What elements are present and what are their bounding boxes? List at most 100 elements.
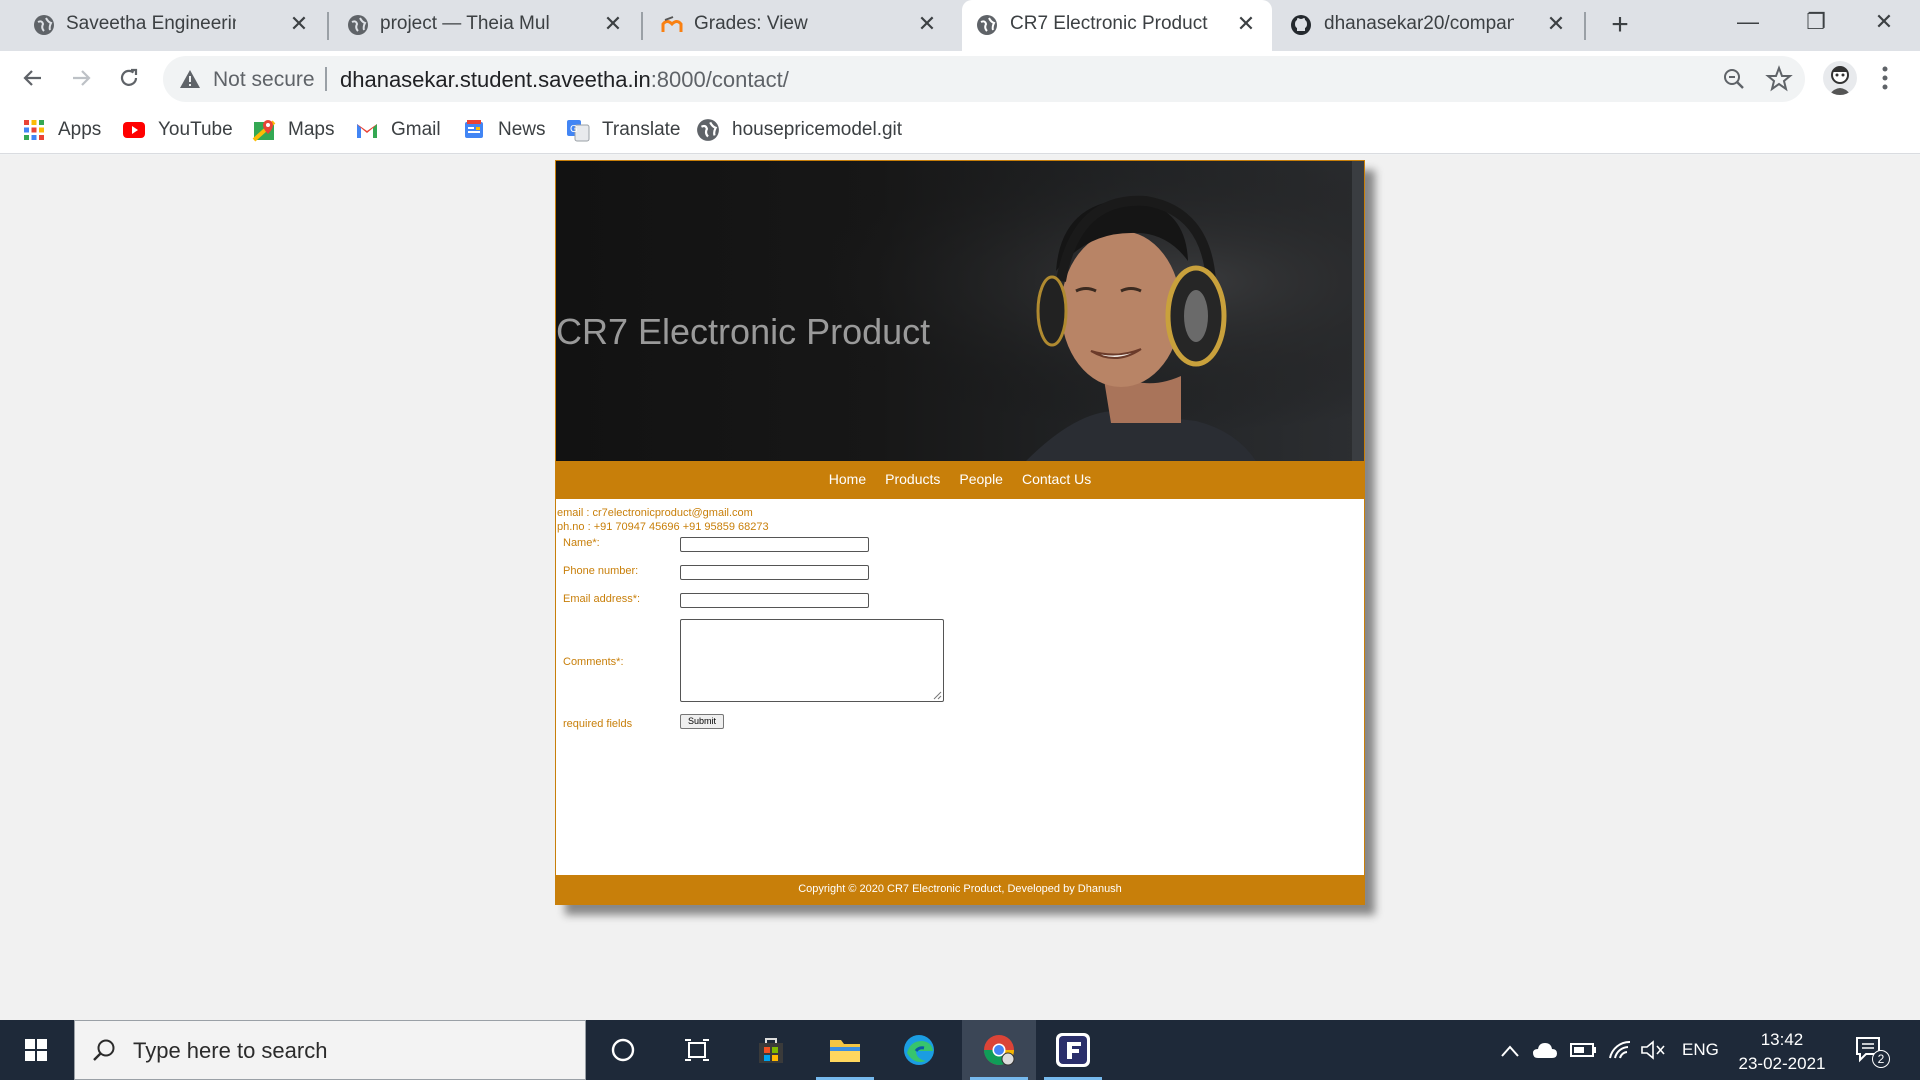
tab-saveetha[interactable]: Saveetha Engineering Colle ✕ <box>0 0 325 51</box>
battery-icon[interactable] <box>1570 1042 1598 1058</box>
forward-arrow-icon <box>73 70 91 86</box>
bookmark-gmail[interactable]: Gmail <box>355 116 441 144</box>
tab-github-companywebsite[interactable]: dhanasekar20/companywel ✕ <box>1272 0 1582 51</box>
bookmark-label: Apps <box>58 119 102 140</box>
task-view-icon <box>685 1039 709 1061</box>
bookmark-news[interactable]: News <box>462 116 546 144</box>
taskbar-search-box[interactable]: Type here to search <box>74 1020 586 1080</box>
bookmark-translate[interactable]: G Translate <box>566 116 681 144</box>
bookmark-youtube[interactable]: YouTube <box>122 116 233 144</box>
email-field[interactable] <box>680 593 869 608</box>
nav-contact-us[interactable]: Contact Us <box>1022 471 1091 487</box>
hero-edge <box>1352 161 1364 461</box>
search-icon <box>93 1039 115 1061</box>
minimize-button[interactable]: — <box>1718 4 1778 40</box>
tab-separator <box>1584 12 1586 40</box>
gmail-icon <box>357 124 377 138</box>
bookmark-star-icon[interactable] <box>1765 65 1793 93</box>
nav-home[interactable]: Home <box>829 471 866 487</box>
warning-icon <box>180 70 200 88</box>
file-explorer-app[interactable] <box>808 1020 882 1080</box>
bookmark-label: housepricemodel.git <box>732 119 903 140</box>
name-field[interactable] <box>680 537 869 552</box>
submit-button[interactable]: Submit <box>680 714 724 729</box>
phone-field[interactable] <box>680 565 869 580</box>
globe-icon <box>348 15 368 35</box>
maps-icon <box>252 120 276 142</box>
hero-banner: CR7 Electronic Product <box>556 161 1364 461</box>
onedrive-cloud-icon[interactable] <box>1532 1041 1558 1059</box>
tab-cr7-electronic-product[interactable]: CR7 Electronic Product ✕ <box>962 0 1272 51</box>
close-icon[interactable]: ✕ <box>287 12 311 36</box>
clock-time: 13:42 <box>1760 1030 1804 1049</box>
url-text[interactable]: dhanasekar.student.saveetha.in:8000/cont… <box>340 67 789 93</box>
bookmark-label: Translate <box>602 119 681 140</box>
profile-avatar[interactable] <box>1823 61 1857 95</box>
restore-button[interactable]: ❐ <box>1786 4 1846 40</box>
store-app[interactable] <box>734 1020 808 1080</box>
start-button[interactable] <box>0 1020 72 1080</box>
tab-title: CR7 Electronic Product <box>1010 13 1208 34</box>
chrome-browser-icon <box>984 1035 1015 1066</box>
reload-button[interactable] <box>112 61 146 95</box>
contact-info: email : cr7electronicproduct@gmail.com p… <box>557 506 769 534</box>
tab-theia-project[interactable]: project — Theia Multi-Lang ✕ <box>314 0 639 51</box>
close-icon[interactable]: ✕ <box>915 12 939 36</box>
chrome-app[interactable] <box>962 1020 1036 1080</box>
zoom-icon[interactable] <box>1721 66 1747 92</box>
avatar-icon <box>1829 66 1851 95</box>
address-bar[interactable]: Not secure dhanasekar.student.saveetha.i… <box>163 56 1805 102</box>
windows-logo-icon <box>25 1039 47 1061</box>
site-container: CR7 Electronic Product Home Products Peo… <box>555 160 1365 905</box>
action-center-button[interactable]: 2 <box>1854 1034 1890 1068</box>
kebab-menu-icon[interactable] <box>1875 63 1895 93</box>
back-arrow-icon <box>23 70 41 86</box>
apps-grid-icon <box>24 120 44 140</box>
close-icon[interactable]: ✕ <box>601 12 625 36</box>
security-label[interactable]: Not secure <box>213 68 315 92</box>
bookmark-label: Maps <box>288 119 335 140</box>
edge-browser-icon <box>904 1035 934 1065</box>
edge-app[interactable] <box>882 1020 956 1080</box>
news-icon <box>465 120 483 138</box>
volume-muted-icon[interactable] <box>1640 1040 1666 1060</box>
bookmark-label: News <box>498 119 546 140</box>
browser-toolbar: Not secure dhanasekar.student.saveetha.i… <box>0 51 1920 106</box>
name-label: Name*: <box>563 537 600 549</box>
language-indicator[interactable]: ENG <box>1682 1020 1719 1080</box>
site-footer: Copyright © 2020 CR7 Electronic Product,… <box>556 875 1364 904</box>
youtube-icon <box>123 122 145 138</box>
tab-title: dhanasekar20/companywel <box>1324 13 1514 34</box>
chevron-up-icon[interactable] <box>1500 1044 1520 1058</box>
bookmark-apps[interactable]: Apps <box>22 116 101 144</box>
close-icon[interactable]: ✕ <box>1544 12 1568 36</box>
page-viewport: CR7 Electronic Product Home Products Peo… <box>0 155 1920 1020</box>
task-view-button[interactable] <box>660 1020 734 1080</box>
bookmark-housepricemodel[interactable]: housepricemodel.git <box>696 116 902 144</box>
moodle-icon <box>661 16 683 32</box>
pinned-app[interactable] <box>1036 1020 1110 1080</box>
comments-textarea[interactable] <box>680 619 944 702</box>
comments-label: Comments*: <box>563 656 624 668</box>
nav-people[interactable]: People <box>959 471 1003 487</box>
bookmark-label: YouTube <box>158 119 233 140</box>
bookmark-maps[interactable]: Maps <box>252 116 334 144</box>
omnibox-divider <box>325 67 327 91</box>
close-icon[interactable]: ✕ <box>1234 12 1258 36</box>
tab-grades-view[interactable]: Grades: View ✕ <box>628 0 953 51</box>
search-placeholder: Type here to search <box>133 1038 328 1063</box>
close-window-button[interactable]: ✕ <box>1854 4 1914 40</box>
bookmarks-bar: Apps YouTube Maps Gmail News G Translate… <box>0 106 1920 154</box>
system-clock[interactable]: 13:42 23-02-2021 <box>1730 1028 1834 1076</box>
nav-products[interactable]: Products <box>885 471 940 487</box>
bookmark-label: Gmail <box>391 119 441 140</box>
translate-icon: G <box>567 120 590 142</box>
url-path: :8000/contact/ <box>650 67 789 92</box>
new-tab-button[interactable]: + <box>1603 8 1637 42</box>
resize-handle-icon[interactable] <box>932 690 942 700</box>
wifi-icon[interactable] <box>1608 1040 1632 1060</box>
svg-text:G: G <box>570 124 578 135</box>
cortana-button[interactable] <box>586 1020 660 1080</box>
back-button[interactable] <box>16 61 50 95</box>
forward-button[interactable] <box>64 61 98 95</box>
